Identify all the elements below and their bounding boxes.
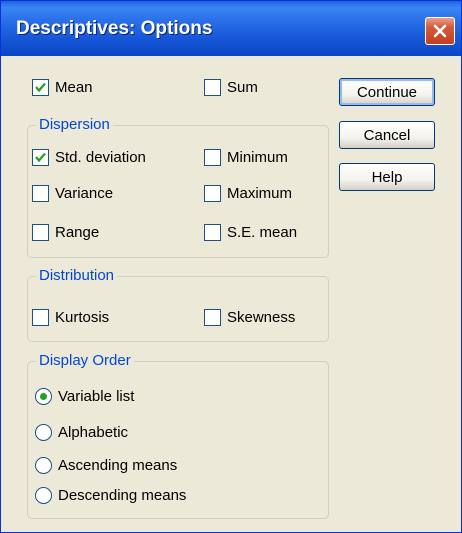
help-button[interactable]: Help <box>339 163 435 191</box>
radio-ascending-means-circle[interactable] <box>35 456 52 474</box>
radio-alphabetic[interactable]: Alphabetic <box>35 421 128 443</box>
range-checkbox[interactable]: Range <box>32 221 99 243</box>
cancel-button[interactable]: Cancel <box>339 121 435 149</box>
display-order-group-title: Display Order <box>36 352 134 370</box>
skewness-checkbox[interactable]: Skewness <box>204 306 295 328</box>
skewness-label: Skewness <box>227 308 296 326</box>
radio-descending-means-label: Descending means <box>58 486 187 504</box>
radio-alphabetic-circle[interactable] <box>35 423 52 441</box>
mean-checkbox-box[interactable] <box>32 78 49 96</box>
range-label: Range <box>55 223 100 241</box>
se-mean-label: S.E. mean <box>227 223 298 241</box>
minimum-label: Minimum <box>227 148 288 166</box>
minimum-checkbox-box[interactable] <box>204 148 221 166</box>
close-icon <box>433 24 447 38</box>
se-mean-checkbox[interactable]: S.E. mean <box>204 221 297 243</box>
continue-button[interactable]: Continue <box>339 78 435 106</box>
maximum-label: Maximum <box>227 184 293 202</box>
sum-checkbox-box[interactable] <box>204 78 221 96</box>
variance-label: Variance <box>55 184 114 202</box>
kurtosis-label: Kurtosis <box>55 308 110 326</box>
radio-variable-list[interactable]: Variable list <box>35 385 134 407</box>
skewness-checkbox-box[interactable] <box>204 308 221 326</box>
radio-variable-list-label: Variable list <box>58 387 135 405</box>
se-mean-checkbox-box[interactable] <box>204 223 221 241</box>
radio-alphabetic-label: Alphabetic <box>58 423 129 441</box>
window-title: Descriptives: Options <box>16 18 213 39</box>
radio-selected-dot <box>40 392 47 400</box>
mean-checkbox[interactable]: Mean <box>32 76 93 98</box>
checkmark-icon <box>35 152 46 162</box>
dialog-body: Mean Sum Dispersion Std. deviation Minim… <box>5 56 457 530</box>
std-deviation-checkbox-box[interactable] <box>32 148 49 166</box>
minimum-checkbox[interactable]: Minimum <box>204 146 288 168</box>
radio-variable-list-circle[interactable] <box>35 387 52 405</box>
sum-checkbox[interactable]: Sum <box>204 76 258 98</box>
radio-ascending-means[interactable]: Ascending means <box>35 454 177 476</box>
kurtosis-checkbox-box[interactable] <box>32 308 49 326</box>
variance-checkbox[interactable]: Variance <box>32 182 113 204</box>
radio-descending-means[interactable]: Descending means <box>35 484 186 506</box>
title-bar[interactable]: Descriptives: Options <box>1 1 461 56</box>
kurtosis-checkbox[interactable]: Kurtosis <box>32 306 109 328</box>
close-button[interactable] <box>425 17 455 45</box>
std-deviation-label: Std. deviation <box>55 148 146 166</box>
checkmark-icon <box>35 82 46 92</box>
variance-checkbox-box[interactable] <box>32 184 49 202</box>
maximum-checkbox-box[interactable] <box>204 184 221 202</box>
mean-label: Mean <box>55 78 93 96</box>
radio-ascending-means-label: Ascending means <box>58 456 178 474</box>
std-deviation-checkbox[interactable]: Std. deviation <box>32 146 146 168</box>
dialog-window: Descriptives: Options Mean Sum Dispersio… <box>0 0 462 533</box>
sum-label: Sum <box>227 78 258 96</box>
range-checkbox-box[interactable] <box>32 223 49 241</box>
distribution-group-title: Distribution <box>36 267 118 285</box>
radio-descending-means-circle[interactable] <box>35 486 52 504</box>
maximum-checkbox[interactable]: Maximum <box>204 182 292 204</box>
dispersion-group-title: Dispersion <box>36 116 113 134</box>
